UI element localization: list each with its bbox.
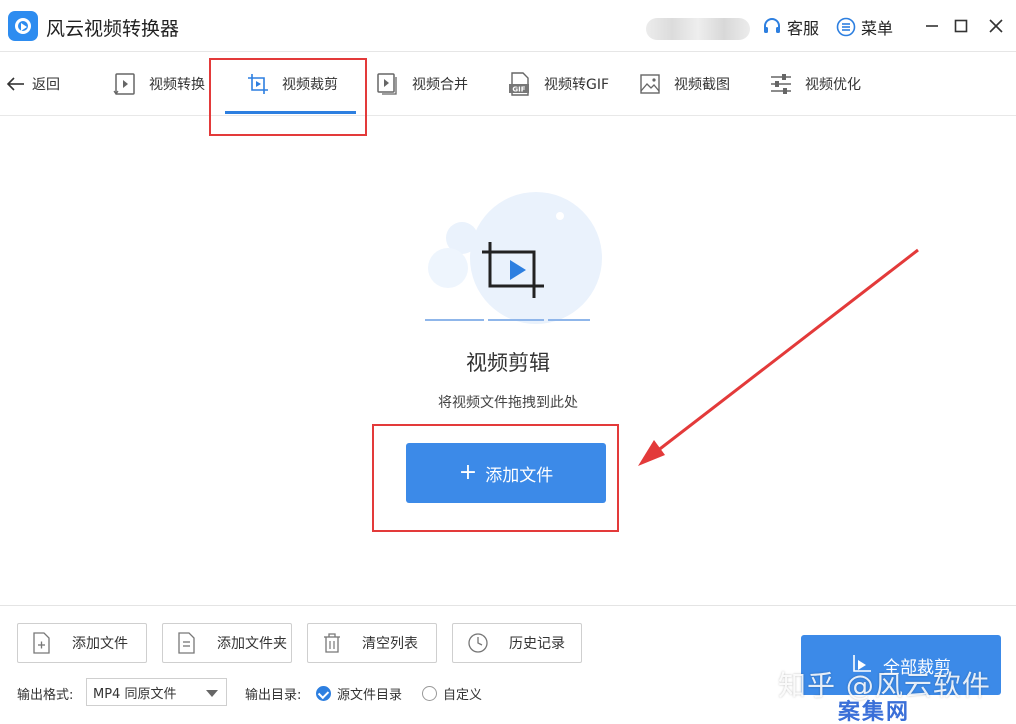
customer-service-button[interactable]: 客服 [762, 16, 819, 38]
tab-label: 视频优化 [805, 77, 861, 93]
feature-nav-bar: 返回 视频转换 视频裁剪 视频合并 GIF 视频转GIF 视频截图 视频优化 [0, 52, 1016, 116]
radio-label: 源文件目录 [337, 688, 403, 703]
radio-source-dir[interactable]: 源文件目录 [316, 684, 402, 703]
button-label: 清空列表 [362, 636, 418, 652]
button-label: 添加文件 [72, 636, 128, 652]
screenshot-icon [640, 74, 660, 94]
tab-label: 视频合并 [412, 77, 468, 93]
menu-icon [836, 17, 856, 37]
maximize-icon[interactable] [952, 17, 970, 35]
add-file-icon [33, 632, 50, 654]
output-format-select[interactable]: MP4 同原文件 [86, 678, 227, 706]
drop-area-hint: 将视频文件拖拽到此处 [438, 395, 578, 411]
radio-unchecked-icon [422, 686, 437, 701]
tab-label: 视频截图 [674, 77, 730, 93]
svg-text:GIF: GIF [512, 86, 525, 94]
radio-label: 自定义 [443, 688, 483, 703]
app-title: 风云视频转换器 [46, 18, 180, 40]
highlight-box-add-file [372, 424, 619, 532]
minimize-icon[interactable] [923, 17, 941, 35]
back-label: 返回 [32, 77, 60, 93]
headset-icon [764, 18, 780, 33]
button-label: 添加文件夹 [217, 636, 287, 652]
trash-icon [324, 633, 340, 653]
clear-list-button[interactable]: 清空列表 [307, 623, 437, 663]
video-convert-icon [113, 73, 135, 96]
watermark-site: 案集网 [838, 700, 911, 724]
tab-label: 视频转GIF [544, 77, 610, 93]
menu-button[interactable]: 菜单 [836, 16, 893, 38]
tab-video-merge[interactable]: 视频合并 [376, 66, 468, 102]
clock-icon [468, 633, 488, 653]
add-file-bottom-button[interactable]: 添加文件 [17, 623, 147, 663]
video-crop-illustration [425, 192, 602, 324]
history-button[interactable]: 历史记录 [452, 623, 582, 663]
chevron-down-icon [206, 690, 218, 697]
output-format-value: MP4 同原文件 [93, 686, 177, 702]
sliders-icon [771, 74, 791, 94]
tab-video-convert[interactable]: 视频转换 [113, 66, 205, 102]
radio-custom-dir[interactable]: 自定义 [422, 684, 482, 703]
tab-video-optimize[interactable]: 视频优化 [769, 66, 861, 102]
blurred-user-info [646, 18, 750, 40]
tab-label: 视频转换 [149, 77, 205, 93]
radio-checked-icon [316, 686, 331, 701]
tab-video-screenshot[interactable]: 视频截图 [638, 66, 730, 102]
add-folder-button[interactable]: 添加文件夹 [162, 623, 292, 663]
customer-service-label: 客服 [787, 19, 820, 38]
title-bar: 风云视频转换器 客服 菜单 [0, 0, 1016, 52]
back-button[interactable]: 返回 [6, 74, 60, 94]
add-folder-icon [178, 632, 195, 654]
tab-video-to-gif[interactable]: GIF 视频转GIF [508, 66, 609, 102]
drop-area-title: 视频剪辑 [466, 351, 550, 375]
video-merge-icon [377, 73, 397, 95]
menu-label: 菜单 [861, 19, 894, 38]
app-logo-icon [8, 11, 38, 41]
close-icon[interactable] [987, 17, 1005, 35]
gif-icon: GIF [509, 72, 529, 96]
arrow-left-icon [6, 77, 24, 91]
bottom-divider [0, 605, 1016, 606]
output-format-label: 输出格式: [17, 688, 74, 703]
button-label: 历史记录 [509, 636, 565, 652]
highlight-box-tab [209, 58, 367, 136]
output-dir-label: 输出目录: [245, 688, 302, 703]
